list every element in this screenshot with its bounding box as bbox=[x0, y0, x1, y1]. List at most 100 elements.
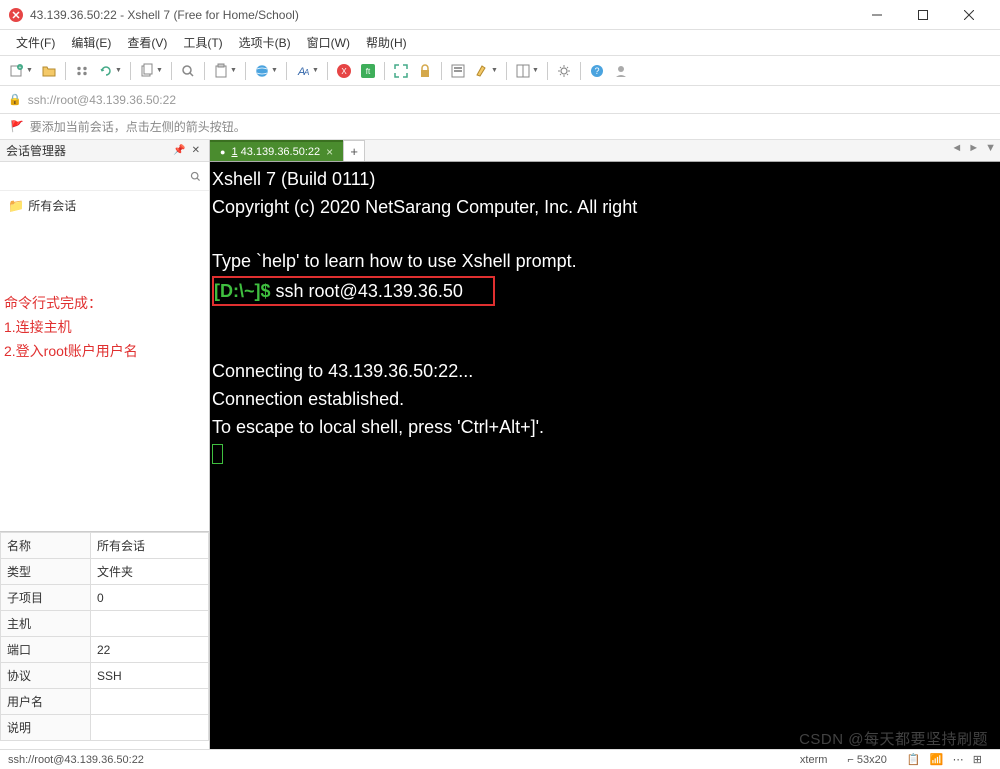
tree-root-label: 所有会话 bbox=[28, 197, 76, 214]
globe-button[interactable]: ▼ bbox=[251, 60, 281, 82]
tab-close-icon[interactable]: × bbox=[326, 145, 333, 159]
xftp-button[interactable]: ft bbox=[357, 60, 379, 82]
toolbar-separator bbox=[384, 62, 385, 80]
close-panel-icon[interactable]: ✕ bbox=[189, 145, 203, 156]
tab-nav: ◄ ► ▼ bbox=[949, 142, 998, 154]
prop-val: 22 bbox=[91, 637, 209, 663]
tab-label: 1 43.139.36.50:22 bbox=[231, 146, 320, 158]
term-cmd: ssh root@43.139.36.50 bbox=[271, 281, 463, 301]
lock-button[interactable] bbox=[414, 60, 436, 82]
prop-row: 协议SSH bbox=[1, 663, 209, 689]
copy-button[interactable]: ▼ bbox=[136, 60, 166, 82]
highlight-button[interactable]: ▼ bbox=[471, 60, 501, 82]
new-tab-button[interactable]: + bbox=[343, 140, 365, 161]
term-prompt: [D:\~]$ bbox=[214, 281, 271, 301]
annotation-line3: 2.登入root账户用户名 bbox=[4, 339, 138, 363]
help-button[interactable]: ? bbox=[586, 60, 608, 82]
tree-root-item[interactable]: 📁 所有会话 bbox=[4, 195, 205, 216]
prop-row: 名称所有会话 bbox=[1, 533, 209, 559]
menu-view[interactable]: 查看(V) bbox=[119, 30, 175, 55]
annotation-line2: 1.连接主机 bbox=[4, 315, 138, 339]
infobar: 🚩 要添加当前会话，点击左侧的箭头按钮。 bbox=[0, 114, 1000, 140]
term-line: Copyright (c) 2020 NetSarang Computer, I… bbox=[212, 197, 637, 217]
window-title: 43.139.36.50:22 - Xshell 7 (Free for Hom… bbox=[30, 8, 854, 22]
annotation-line1: 命令行式完成： bbox=[4, 291, 138, 315]
tab-active[interactable]: ● 1 43.139.36.50:22 × bbox=[210, 140, 343, 161]
color-button[interactable] bbox=[447, 60, 469, 82]
svg-text:+: + bbox=[19, 65, 22, 71]
settings-button[interactable] bbox=[553, 60, 575, 82]
toolbar-separator bbox=[171, 62, 172, 80]
prop-row: 类型文件夹 bbox=[1, 559, 209, 585]
search-icon[interactable] bbox=[185, 166, 205, 186]
term-line: Xshell 7 (Build 0111) bbox=[212, 169, 375, 189]
titlebar: 43.139.36.50:22 - Xshell 7 (Free for Hom… bbox=[0, 0, 1000, 30]
close-button[interactable] bbox=[946, 0, 992, 30]
layout-button[interactable]: ▼ bbox=[512, 60, 542, 82]
new-session-button[interactable]: +▼ bbox=[6, 60, 36, 82]
term-line: Connection established. bbox=[212, 389, 404, 409]
prop-val: 0 bbox=[91, 585, 209, 611]
menu-window[interactable]: 窗口(W) bbox=[299, 30, 358, 55]
prop-row: 子项目0 bbox=[1, 585, 209, 611]
sidebar: 会话管理器 📌 ✕ 📁 所有会话 命令行式完成： 1.连接主机 2.登入root… bbox=[0, 140, 210, 749]
content-area: ● 1 43.139.36.50:22 × + ◄ ► ▼ Xshell 7 (… bbox=[210, 140, 1000, 749]
open-session-button[interactable] bbox=[38, 60, 60, 82]
disconnect-button[interactable] bbox=[71, 60, 93, 82]
address-url: ssh://root@43.139.36.50:22 bbox=[28, 93, 992, 107]
prop-row: 用户名 bbox=[1, 689, 209, 715]
folder-icon: 📁 bbox=[8, 198, 24, 214]
prop-val bbox=[91, 715, 209, 741]
tab-next-icon[interactable]: ► bbox=[966, 142, 981, 154]
tabbar: ● 1 43.139.36.50:22 × + ◄ ► ▼ bbox=[210, 140, 1000, 162]
prop-key: 用户名 bbox=[1, 689, 91, 715]
xshell-icon-button[interactable]: X bbox=[333, 60, 355, 82]
toolbar-separator bbox=[286, 62, 287, 80]
status-left: ssh://root@43.139.36.50:22 bbox=[8, 754, 144, 766]
user-button[interactable] bbox=[610, 60, 632, 82]
menu-file[interactable]: 文件(F) bbox=[8, 30, 63, 55]
reconnect-button[interactable]: ▼ bbox=[95, 60, 125, 82]
toolbar-separator bbox=[130, 62, 131, 80]
fullscreen-button[interactable] bbox=[390, 60, 412, 82]
prop-key: 协议 bbox=[1, 663, 91, 689]
pin-icon[interactable]: 📌 bbox=[170, 145, 188, 156]
prop-val: 所有会话 bbox=[91, 533, 209, 559]
maximize-button[interactable] bbox=[900, 0, 946, 30]
prop-val: SSH bbox=[91, 663, 209, 689]
addressbar[interactable]: 🔒 ssh://root@43.139.36.50:22 bbox=[0, 86, 1000, 114]
toolbar-separator bbox=[204, 62, 205, 80]
flag-icon: 🚩 bbox=[10, 120, 24, 133]
menubar: 文件(F) 编辑(E) 查看(V) 工具(T) 选项卡(B) 窗口(W) 帮助(… bbox=[0, 30, 1000, 56]
toolbar-separator bbox=[441, 62, 442, 80]
tab-list-icon[interactable]: ▼ bbox=[983, 142, 998, 154]
paste-button[interactable]: ▼ bbox=[210, 60, 240, 82]
terminal[interactable]: Xshell 7 (Build 0111) Copyright (c) 2020… bbox=[210, 162, 1000, 749]
prop-key: 说明 bbox=[1, 715, 91, 741]
menu-help[interactable]: 帮助(H) bbox=[358, 30, 415, 55]
svg-text:A: A bbox=[303, 68, 309, 77]
properties-panel: 名称所有会话 类型文件夹 子项目0 主机 端口22 协议SSH 用户名 说明 bbox=[0, 531, 209, 741]
toolbar-separator bbox=[327, 62, 328, 80]
prop-row: 端口22 bbox=[1, 637, 209, 663]
prop-key: 名称 bbox=[1, 533, 91, 559]
app-icon bbox=[8, 7, 24, 23]
toolbar-separator bbox=[580, 62, 581, 80]
sidebar-title: 会话管理器 bbox=[6, 142, 66, 159]
status-size: ⌐ 53x20 bbox=[837, 754, 896, 766]
prop-key: 主机 bbox=[1, 611, 91, 637]
toolbar-separator bbox=[506, 62, 507, 80]
tab-prev-icon[interactable]: ◄ bbox=[949, 142, 964, 154]
search-button[interactable] bbox=[177, 60, 199, 82]
menu-tab[interactable]: 选项卡(B) bbox=[231, 30, 299, 55]
prop-key: 端口 bbox=[1, 637, 91, 663]
tab-status-icon: ● bbox=[220, 147, 225, 157]
properties-table: 名称所有会话 类型文件夹 子项目0 主机 端口22 协议SSH 用户名 说明 bbox=[0, 532, 209, 741]
minimize-button[interactable] bbox=[854, 0, 900, 30]
prop-val bbox=[91, 611, 209, 637]
statusbar: ssh://root@43.139.36.50:22 xterm ⌐ 53x20… bbox=[0, 749, 1000, 769]
toolbar-separator bbox=[547, 62, 548, 80]
menu-tools[interactable]: 工具(T) bbox=[175, 30, 230, 55]
menu-edit[interactable]: 编辑(E) bbox=[63, 30, 119, 55]
font-button[interactable]: AA▼ bbox=[292, 60, 322, 82]
